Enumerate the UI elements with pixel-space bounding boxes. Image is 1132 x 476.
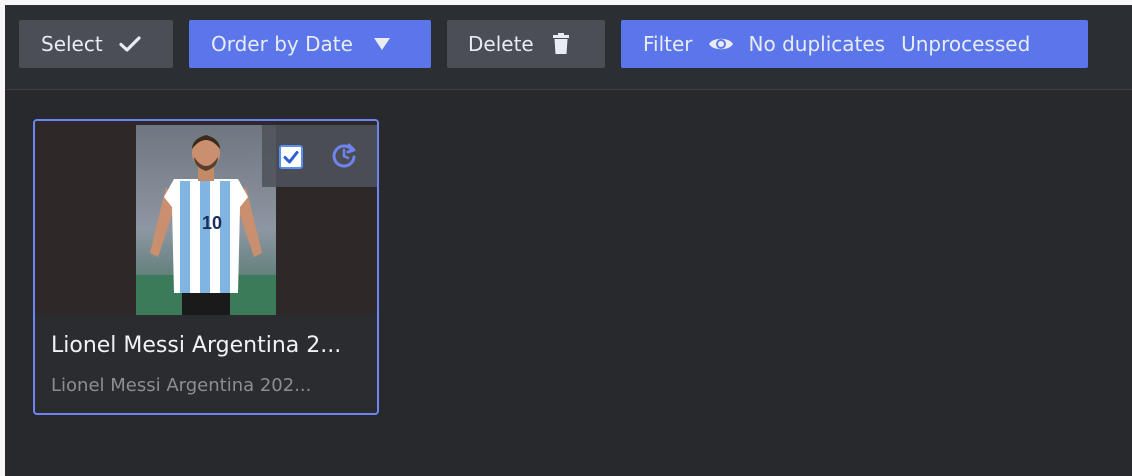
filter-button-label: Filter xyxy=(643,32,693,56)
refresh-icon[interactable] xyxy=(330,141,358,169)
card-thumbnail-area: 10 xyxy=(35,121,377,315)
toolbar-divider xyxy=(5,89,1132,90)
filter-button[interactable]: Filter No duplicates Unprocessed xyxy=(621,20,1088,68)
player-photo[interactable]: 10 xyxy=(136,125,276,315)
select-button[interactable]: Select xyxy=(19,20,173,68)
toolbar: Select Order by Date Delete Filter No du… xyxy=(5,5,1132,89)
card-subtitle: Lionel Messi Argentina 202... xyxy=(51,375,312,396)
filter-tag-unprocessed: Unprocessed xyxy=(901,32,1031,56)
svg-text:10: 10 xyxy=(202,213,222,233)
delete-button[interactable]: Delete xyxy=(447,20,605,68)
triangle-down-icon xyxy=(373,37,391,51)
card-action-overlay xyxy=(262,125,377,187)
card-title: Lionel Messi Argentina 2... xyxy=(51,333,342,358)
order-button-label: Order by Date xyxy=(211,32,353,56)
delete-button-label: Delete xyxy=(468,32,534,56)
gallery-card[interactable]: 10 Lionel Messi Argentina 2... Lionel Me… xyxy=(33,119,379,415)
trash-icon xyxy=(552,33,570,55)
order-by-date-button[interactable]: Order by Date xyxy=(189,20,431,68)
checkbox-checked-icon[interactable] xyxy=(279,145,303,169)
select-button-label: Select xyxy=(41,32,103,56)
filter-tag-no-duplicates: No duplicates xyxy=(748,32,886,56)
eye-icon xyxy=(708,35,734,53)
app-window: Select Order by Date Delete Filter No du… xyxy=(5,5,1132,476)
checkmark-icon xyxy=(119,35,141,53)
